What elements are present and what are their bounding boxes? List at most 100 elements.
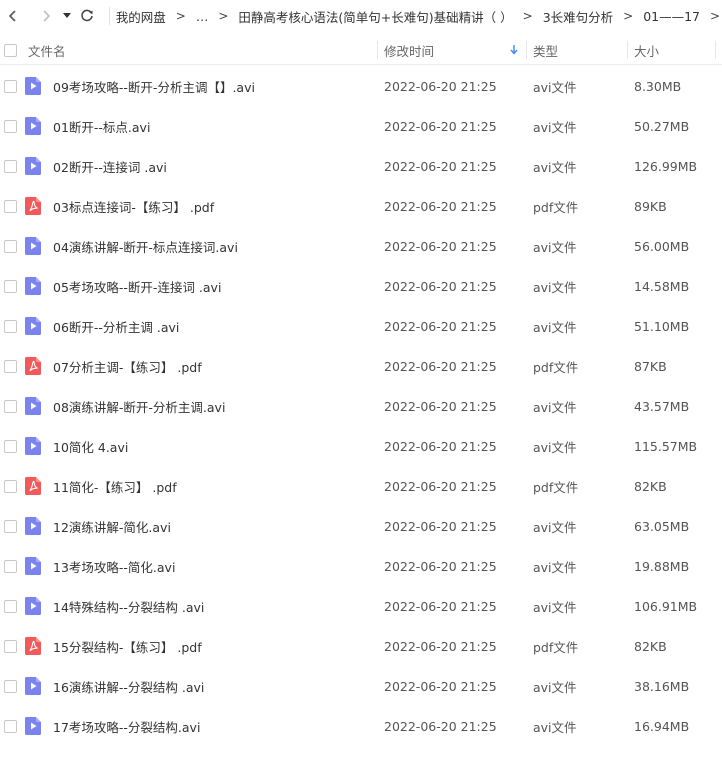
file-row[interactable]: 10简化 4.avi 2022-06-20 21:25 avi文件 115.57MB: [0, 426, 722, 466]
column-divider[interactable]: [526, 41, 527, 59]
file-size: 14.58MB: [634, 278, 690, 294]
column-header-size[interactable]: 大小: [634, 35, 659, 65]
file-row[interactable]: 06断开--分析主调 .avi 2022-06-20 21:25 avi文件 51.1…: [0, 306, 722, 346]
file-name: 15分裂结构-【练习】 .pdf: [53, 639, 202, 655]
row-checkbox[interactable]: [0, 146, 20, 186]
nav-divider: [108, 7, 110, 25]
file-row[interactable]: 05考场攻略--断开-连接词 .avi 2022-06-20 21:25 avi文件…: [0, 266, 722, 306]
file-size: 50.27MB: [634, 118, 690, 134]
pdf-file-icon: [25, 466, 41, 506]
row-checkbox[interactable]: [0, 66, 20, 106]
breadcrumb-item[interactable]: 01——17: [643, 9, 700, 24]
checkbox-box: [3, 559, 17, 573]
file-modified-time: 2022-06-20 21:25: [384, 438, 497, 454]
file-modified-time: 2022-06-20 21:25: [384, 198, 497, 214]
file-modified-time: 2022-06-20 21:25: [384, 718, 497, 734]
row-checkbox[interactable]: [0, 306, 20, 346]
file-modified-time: 2022-06-20 21:25: [384, 558, 497, 574]
history-dropdown-button[interactable]: [59, 0, 75, 32]
checkbox-box: [3, 119, 17, 133]
file-modified-time: 2022-06-20 21:25: [384, 278, 497, 294]
select-all-checkbox[interactable]: [0, 35, 20, 65]
row-checkbox[interactable]: [0, 266, 20, 306]
row-checkbox[interactable]: [0, 466, 20, 506]
file-type: avi文件: [533, 719, 577, 735]
file-type: avi文件: [533, 159, 577, 175]
file-modified-time: 2022-06-20 21:25: [384, 78, 497, 94]
video-file-icon: [25, 666, 41, 706]
row-checkbox[interactable]: [0, 706, 20, 746]
column-header-name-label: 文件名: [28, 43, 66, 59]
row-checkbox[interactable]: [0, 226, 20, 266]
column-divider[interactable]: [377, 41, 378, 59]
file-row[interactable]: 16演练讲解--分裂结构 .avi 2022-06-20 21:25 avi文件 38…: [0, 666, 722, 706]
file-name: 17考场攻略--分裂结构.avi: [53, 719, 201, 735]
forward-button[interactable]: [34, 0, 60, 32]
column-header-name[interactable]: 文件名: [28, 35, 66, 65]
file-size: 16.94MB: [634, 718, 690, 734]
file-row[interactable]: 07分析主调-【练习】 .pdf 2022-06-20 21:25 pdf文件 87K…: [0, 346, 722, 386]
file-name: 16演练讲解--分裂结构 .avi: [53, 679, 205, 695]
file-row[interactable]: 15分裂结构-【练习】 .pdf 2022-06-20 21:25 pdf文件 82K…: [0, 626, 722, 666]
file-row[interactable]: 08演练讲解-断开-分析主调.avi 2022-06-20 21:25 avi文件 4…: [0, 386, 722, 426]
file-name: 14特殊结构--分裂结构 .avi: [53, 599, 205, 615]
file-row[interactable]: 17考场攻略--分裂结构.avi 2022-06-20 21:25 avi文件 16.…: [0, 706, 722, 746]
file-name: 04演练讲解-断开-标点连接词.avi: [53, 239, 238, 255]
file-size: 51.10MB: [634, 318, 690, 334]
row-checkbox[interactable]: [0, 426, 20, 466]
row-checkbox[interactable]: [0, 546, 20, 586]
file-row[interactable]: 09考场攻略--断开-分析主调【】.avi 2022-06-20 21:25 avi…: [0, 66, 722, 106]
column-divider[interactable]: [627, 41, 628, 59]
navigation-bar: 我的网盘 > … > 田静高考核心语法(简单句+长难句)基础精讲（ ） >3长难句分析 >0…: [0, 0, 722, 32]
back-button[interactable]: [0, 0, 26, 32]
breadcrumb-item[interactable]: 田静高考核心语法(简单句+长难句)基础精讲（ ）: [238, 7, 512, 26]
file-row[interactable]: 13考场攻略--简化.avi 2022-06-20 21:25 avi文件 19.88…: [0, 546, 722, 586]
breadcrumb-item[interactable]: 我的网盘: [116, 7, 166, 26]
sort-descending-icon: [510, 45, 518, 55]
file-row[interactable]: 02断开--连接词 .avi 2022-06-20 21:25 avi文件 126.9…: [0, 146, 722, 186]
row-checkbox[interactable]: [0, 626, 20, 666]
breadcrumb-item[interactable]: …: [196, 9, 209, 24]
file-list-header: 文件名 修改时间 类型 大小: [0, 35, 722, 65]
row-checkbox[interactable]: [0, 346, 20, 386]
file-name: 12演练讲解-简化.avi: [53, 519, 171, 535]
file-modified-time: 2022-06-20 21:25: [384, 358, 497, 374]
file-type: avi文件: [533, 439, 577, 455]
refresh-button[interactable]: [75, 0, 99, 32]
video-file-icon: [25, 266, 41, 306]
checkbox-box: [3, 359, 17, 373]
file-modified-time: 2022-06-20 21:25: [384, 318, 497, 334]
checkbox-box: [3, 319, 17, 333]
row-checkbox[interactable]: [0, 106, 20, 146]
file-name: 09考场攻略--断开-分析主调【】.avi: [53, 79, 255, 95]
file-modified-time: 2022-06-20 21:25: [384, 118, 497, 134]
video-file-icon: [25, 706, 41, 746]
file-type: avi文件: [533, 79, 577, 95]
file-row[interactable]: 04演练讲解-断开-标点连接词.avi 2022-06-20 21:25 avi文件…: [0, 226, 722, 266]
row-checkbox[interactable]: [0, 186, 20, 226]
file-row[interactable]: 03标点连接词-【练习】 .pdf 2022-06-20 21:25 pdf文件 89…: [0, 186, 722, 226]
checkbox-box: [3, 479, 17, 493]
row-checkbox[interactable]: [0, 506, 20, 546]
file-row[interactable]: 01断开--标点.avi 2022-06-20 21:25 avi文件 50.27MB: [0, 106, 722, 146]
video-file-icon: [25, 546, 41, 586]
column-header-modified[interactable]: 修改时间: [384, 35, 522, 65]
row-checkbox[interactable]: [0, 666, 20, 706]
file-type: avi文件: [533, 599, 577, 615]
file-row[interactable]: 12演练讲解-简化.avi 2022-06-20 21:25 avi文件 63.05M…: [0, 506, 722, 546]
breadcrumb-item[interactable]: 3长难句分析: [543, 7, 613, 26]
column-divider[interactable]: [715, 41, 716, 59]
file-modified-time: 2022-06-20 21:25: [384, 518, 497, 534]
file-row[interactable]: 11简化-【练习】 .pdf 2022-06-20 21:25 pdf文件 82KB: [0, 466, 722, 506]
video-file-icon: [25, 306, 41, 346]
file-size: 87KB: [634, 358, 667, 374]
row-checkbox[interactable]: [0, 386, 20, 426]
file-type: avi文件: [533, 319, 577, 335]
file-row[interactable]: 14特殊结构--分裂结构 .avi 2022-06-20 21:25 avi文件 10…: [0, 586, 722, 626]
checkbox-box: [3, 719, 17, 733]
breadcrumb-separator: >: [623, 9, 634, 23]
video-file-icon: [25, 226, 41, 266]
row-checkbox[interactable]: [0, 586, 20, 626]
column-header-type[interactable]: 类型: [533, 35, 558, 65]
file-type: pdf文件: [533, 639, 579, 655]
